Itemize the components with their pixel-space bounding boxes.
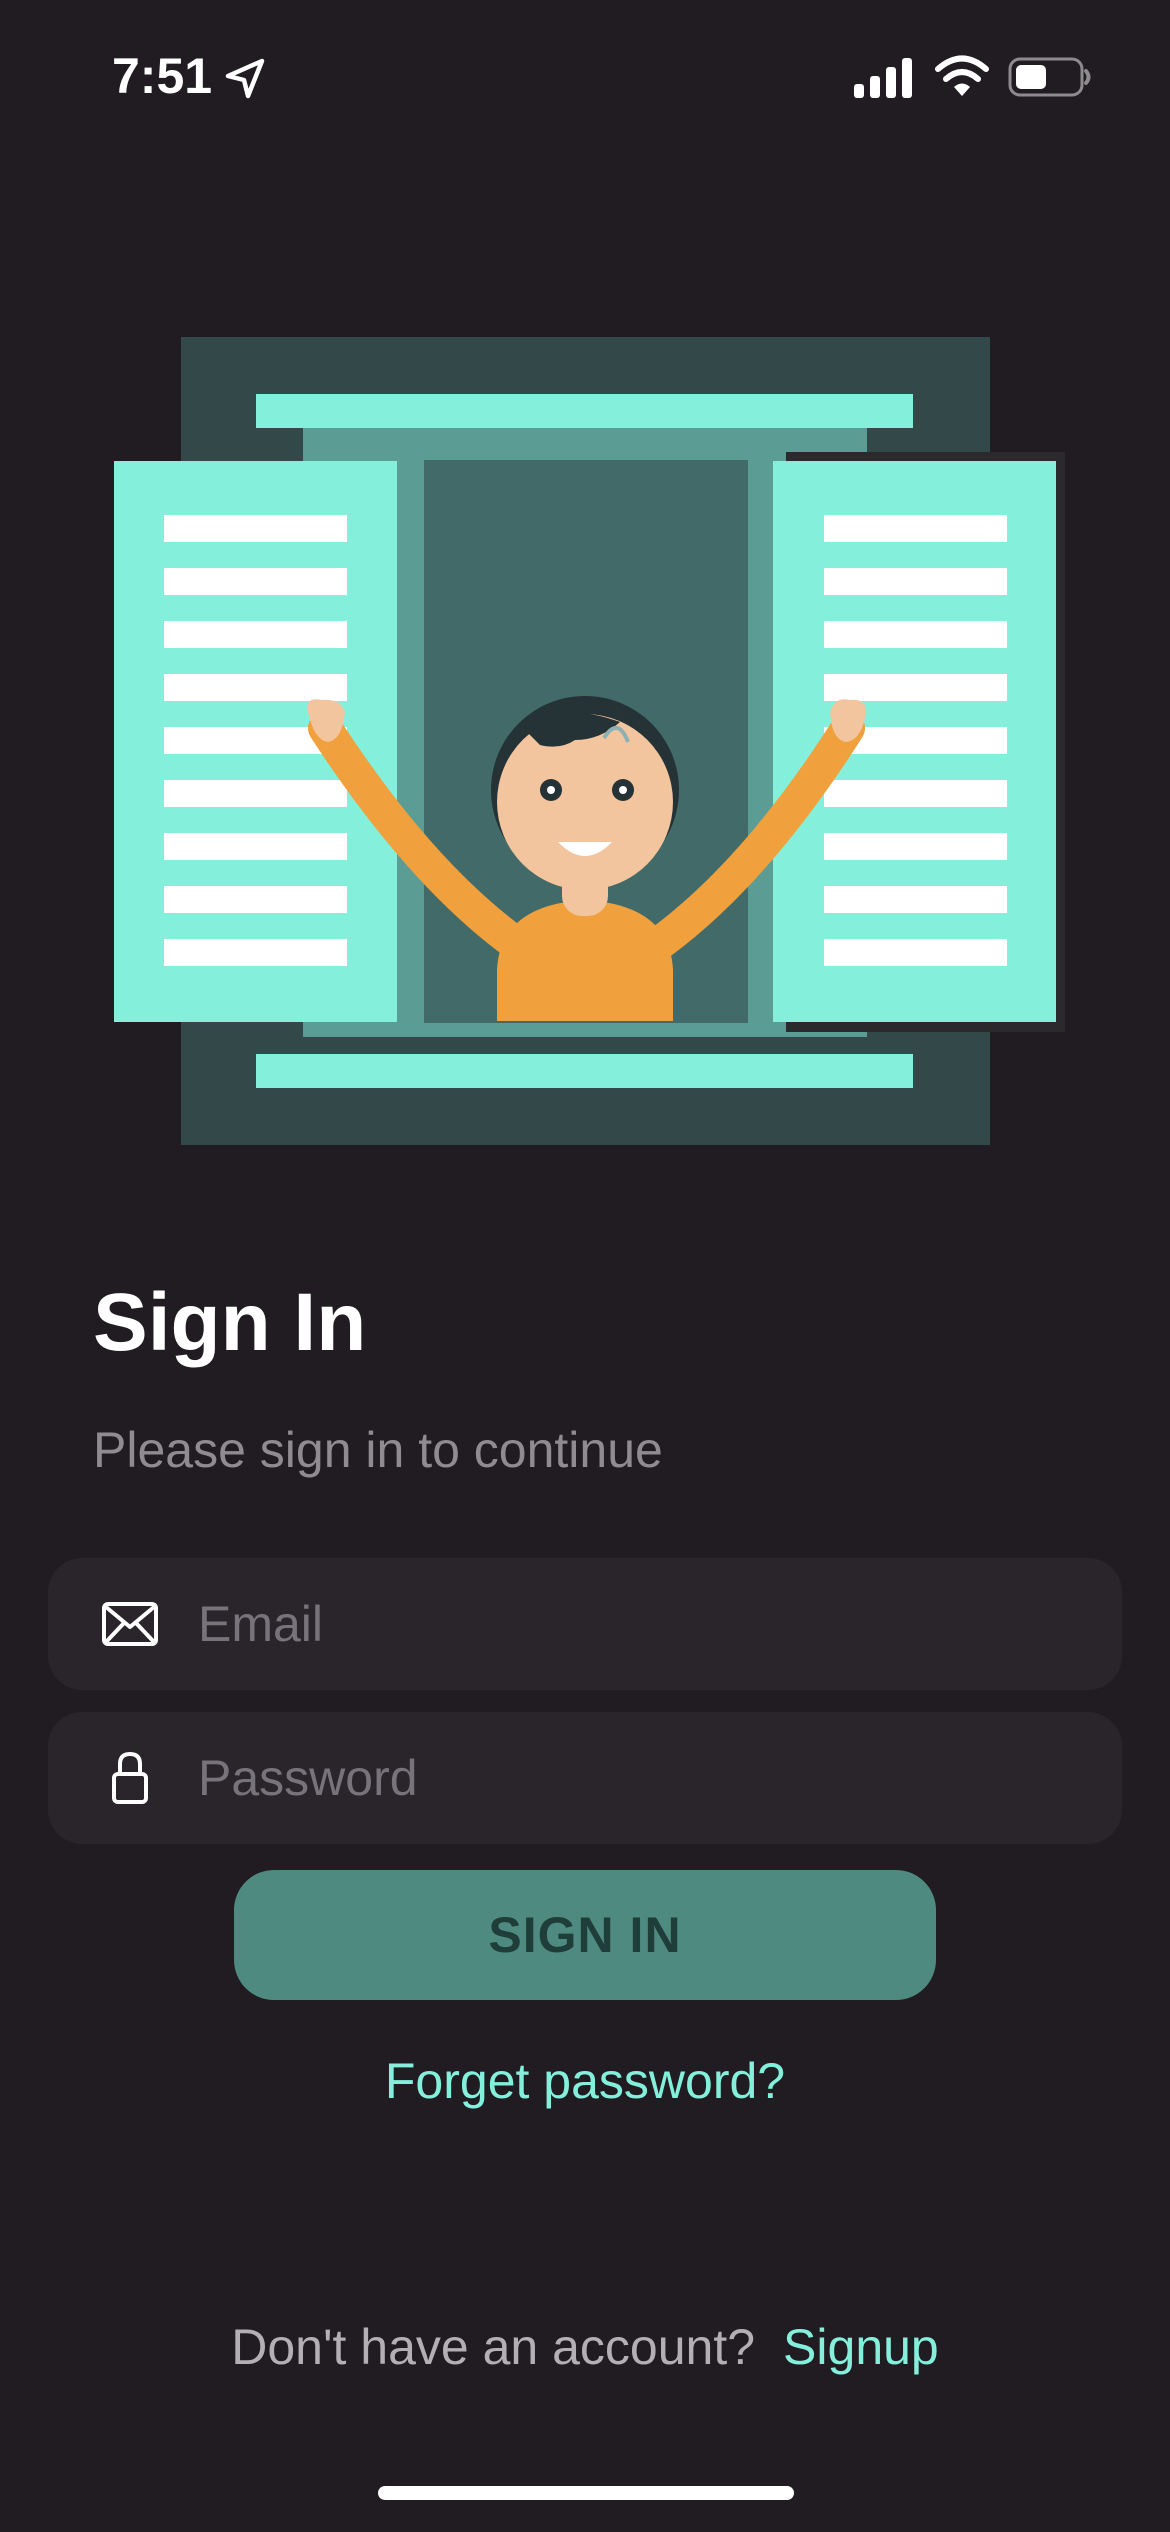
envelope-icon	[102, 1602, 158, 1646]
sign-in-button[interactable]: SIGN IN	[234, 1870, 936, 2000]
password-field[interactable]	[48, 1712, 1122, 1844]
wifi-icon	[935, 55, 989, 96]
page-subtitle: Please sign in to continue	[93, 1422, 663, 1478]
status-bar: 7:51	[0, 0, 1170, 150]
right-shutter	[773, 461, 1056, 1022]
email-input[interactable]	[198, 1558, 1078, 1690]
person-waving-from-window-illustration	[114, 337, 1065, 1145]
email-field[interactable]	[48, 1558, 1122, 1690]
signup-row: Don't have an account? Signup	[0, 2312, 1170, 2382]
cellular-signal-icon	[854, 58, 912, 98]
signup-link[interactable]: Signup	[783, 2319, 939, 2375]
signup-prompt: Don't have an account?	[231, 2319, 756, 2375]
location-arrow-icon	[225, 58, 265, 99]
password-input[interactable]	[198, 1712, 1078, 1844]
battery-icon	[1008, 57, 1091, 97]
status-time: 7:51	[112, 48, 213, 104]
page-title: Sign In	[93, 1277, 367, 1368]
forgot-password-link[interactable]: Forget password?	[0, 2045, 1170, 2117]
lock-icon	[112, 1751, 148, 1804]
left-shutter	[114, 461, 397, 1022]
sign-in-screen: 7:51 Sign In Please sign in to continue …	[0, 0, 1170, 2532]
home-indicator[interactable]	[378, 2486, 794, 2500]
